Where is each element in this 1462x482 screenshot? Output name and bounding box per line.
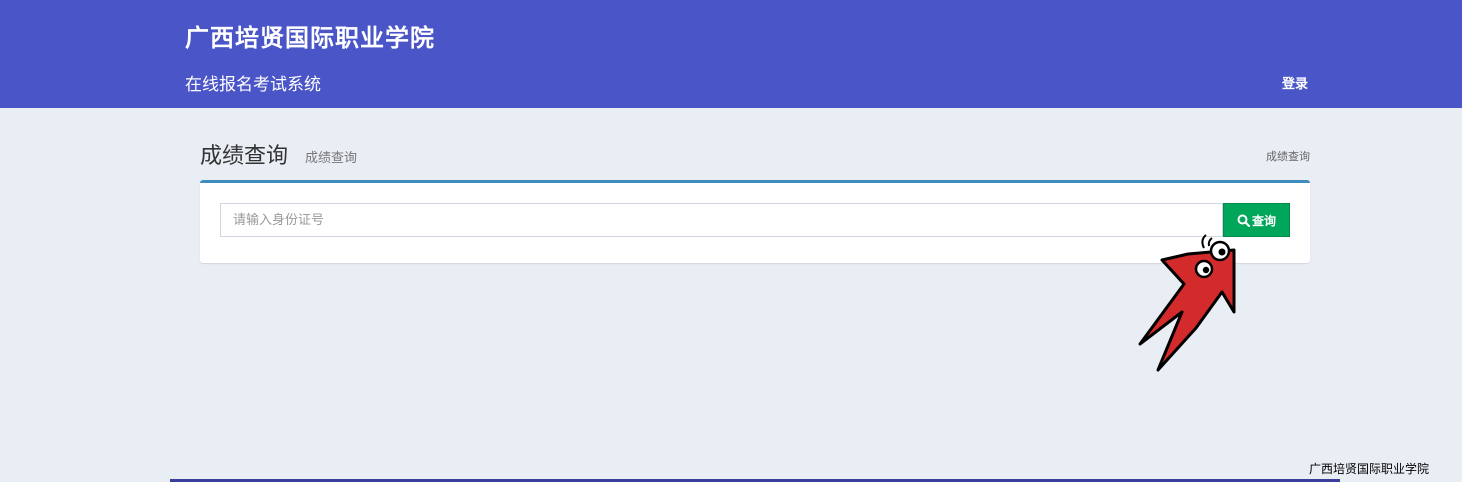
breadcrumb[interactable]: 成绩查询: [1266, 148, 1310, 164]
brand-title: 广西培贤国际职业学院: [185, 24, 435, 52]
id-number-input[interactable]: [220, 203, 1223, 237]
pointer-arrow-mascot-icon: [1138, 234, 1236, 372]
login-link[interactable]: 登录: [1282, 73, 1308, 92]
page-subtitle: 成绩查询: [305, 151, 358, 166]
search-icon: [1237, 214, 1250, 227]
search-button-label: 查询: [1251, 213, 1276, 228]
content-header: 成绩查询 成绩查询 成绩查询: [200, 138, 1310, 172]
brand-subtitle: 在线报名考试系统: [185, 75, 321, 95]
top-header: 广西培贤国际职业学院 在线报名考试系统 登录: [0, 0, 1462, 108]
page-title: 成绩查询: [200, 144, 289, 169]
watermark-text: 广西培贤国际职业学院: [1309, 462, 1430, 476]
